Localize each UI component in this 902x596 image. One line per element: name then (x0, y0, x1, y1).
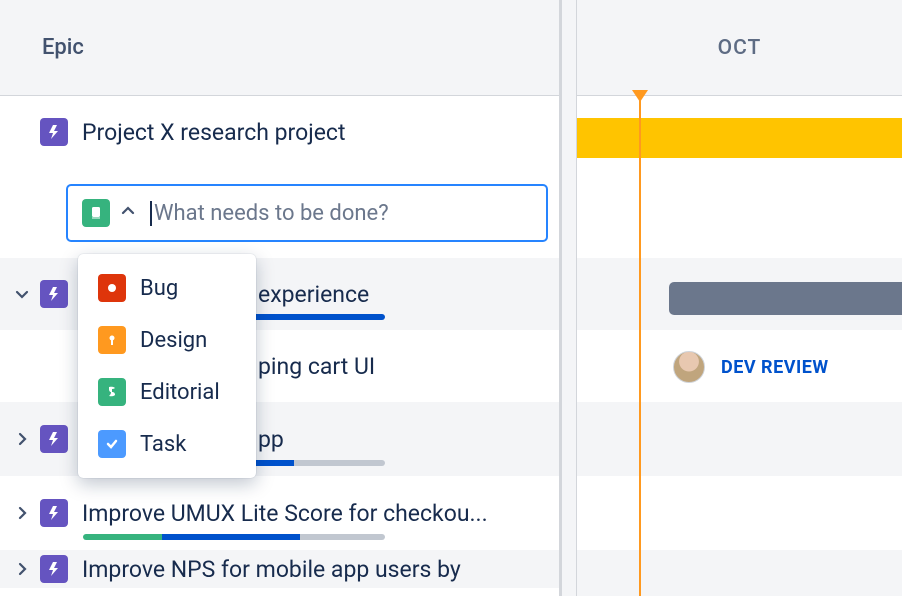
chevron-right-icon[interactable] (12, 561, 32, 577)
timeline-bar-child[interactable] (669, 282, 902, 315)
editorial-icon (98, 378, 126, 406)
epic-title: Project X research project (82, 119, 346, 146)
month-label: OCT (718, 36, 762, 60)
option-label: Bug (140, 276, 178, 301)
chevron-right-icon[interactable] (12, 505, 32, 521)
option-label: Task (140, 432, 186, 457)
progress-bar (83, 534, 385, 540)
timeline-bar-epic[interactable] (577, 118, 902, 158)
epic-row[interactable]: Improve UMUX Lite Score for checkou... (0, 476, 559, 550)
epic-icon (40, 425, 68, 453)
epic-header-label: Epic (42, 35, 84, 60)
issue-type-dropdown: Bug Design Editorial Task (78, 254, 256, 478)
chevron-right-icon[interactable] (12, 431, 32, 447)
epic-row[interactable]: Improve NPS for mobile app users by (0, 550, 559, 588)
timeline-month-header: OCT (577, 0, 902, 96)
epic-icon (40, 555, 68, 583)
bug-icon (98, 274, 126, 302)
issue-type-option-editorial[interactable]: Editorial (78, 366, 256, 418)
issue-type-option-bug[interactable]: Bug (78, 262, 256, 314)
timeline-grid (577, 96, 902, 596)
epic-icon (40, 118, 68, 146)
create-issue-row: What needs to be done? (0, 168, 559, 258)
column-header-epic: Epic (0, 0, 559, 96)
issue-type-selected-icon[interactable] (82, 199, 110, 227)
chevron-down-icon[interactable] (12, 286, 32, 302)
chevron-up-icon[interactable] (120, 203, 140, 223)
issue-type-option-design[interactable]: Design (78, 314, 256, 366)
timeline-badge-row: DEV REVIEW (673, 351, 829, 383)
epic-icon (40, 280, 68, 308)
option-label: Editorial (140, 380, 220, 405)
panel-divider[interactable] (562, 0, 576, 596)
epic-title: Improve UMUX Lite Score for checkou... (82, 500, 488, 527)
option-label: Design (140, 328, 207, 353)
today-line (639, 96, 641, 596)
issue-summary-input[interactable]: What needs to be done? (150, 201, 389, 226)
design-icon (98, 326, 126, 354)
status-badge[interactable]: DEV REVIEW (721, 357, 829, 378)
create-issue-input[interactable]: What needs to be done? (66, 184, 548, 242)
issue-type-option-task[interactable]: Task (78, 418, 256, 470)
task-icon (98, 430, 126, 458)
epic-icon (40, 499, 68, 527)
epic-row[interactable]: Project X research project (0, 96, 559, 168)
avatar[interactable] (673, 351, 705, 383)
epic-title: Improve NPS for mobile app users by (82, 556, 461, 583)
